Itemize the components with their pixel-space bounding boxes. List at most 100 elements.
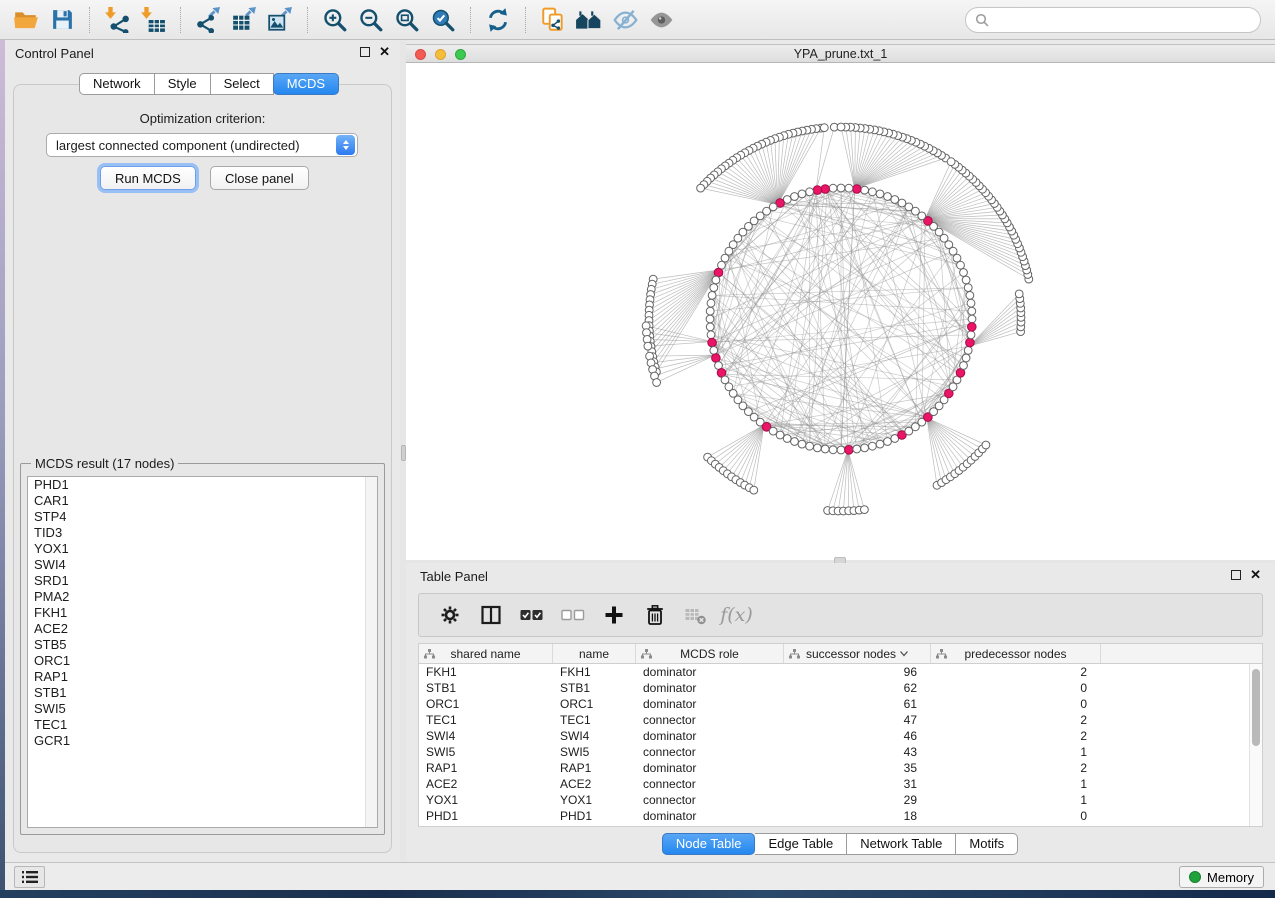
graph-node[interactable] (814, 444, 822, 452)
float-panel-icon[interactable] (1231, 570, 1241, 580)
new-network-from-selection-button[interactable] (535, 4, 571, 36)
export-image-button[interactable] (262, 4, 298, 36)
graph-node[interactable] (829, 184, 837, 192)
graph-node[interactable] (806, 188, 814, 196)
float-panel-icon[interactable] (360, 47, 370, 57)
import-network-button[interactable] (99, 4, 135, 36)
graph-node[interactable] (845, 184, 853, 192)
close-panel-icon[interactable]: ✕ (1250, 570, 1261, 580)
list-item[interactable]: PMA2 (28, 589, 377, 605)
graph-node[interactable] (791, 438, 799, 446)
list-item[interactable]: TID3 (28, 525, 377, 541)
table-options-button[interactable] (431, 597, 468, 633)
graph-node[interactable] (967, 331, 975, 339)
tab-node-table[interactable]: Node Table (662, 833, 756, 855)
table-row[interactable]: RAP1RAP1dominator352 (419, 760, 1249, 776)
graph-node[interactable] (869, 188, 877, 196)
graph-node[interactable] (776, 431, 784, 439)
graph-node[interactable] (957, 261, 965, 269)
table-row[interactable]: SWI5SWI5connector431 (419, 744, 1249, 760)
graph-dominator-node[interactable] (845, 446, 854, 455)
unselect-all-columns-button[interactable] (554, 597, 591, 633)
graph-leaf-node[interactable] (947, 158, 955, 166)
memory-button[interactable]: Memory (1179, 866, 1264, 888)
graph-node[interactable] (869, 442, 877, 450)
graph-node[interactable] (806, 442, 814, 450)
graph-node[interactable] (861, 186, 869, 194)
graph-node[interactable] (837, 184, 845, 192)
table-row[interactable]: PHD1PHD1dominator180 (419, 808, 1249, 824)
graph-node[interactable] (962, 354, 970, 362)
graph-node[interactable] (876, 440, 884, 448)
show-all-button[interactable] (643, 4, 679, 36)
graph-dominator-node[interactable] (813, 186, 822, 195)
list-item[interactable]: STP4 (28, 509, 377, 525)
graph-node[interactable] (891, 196, 899, 204)
graph-node[interactable] (791, 193, 799, 201)
graph-node[interactable] (964, 347, 972, 355)
graph-leaf-node[interactable] (982, 441, 990, 449)
network-canvas[interactable] (406, 63, 1275, 560)
graph-leaf-node[interactable] (1015, 290, 1023, 298)
list-item[interactable]: RAP1 (28, 669, 377, 685)
save-session-button[interactable] (44, 4, 80, 36)
graph-dominator-node[interactable] (968, 323, 977, 332)
list-item[interactable]: SWI4 (28, 557, 377, 573)
table-row[interactable]: ORC1ORC1dominator610 (419, 696, 1249, 712)
run-mcds-button[interactable]: Run MCDS (100, 166, 196, 190)
list-item[interactable]: TEC1 (28, 717, 377, 733)
graph-dominator-node[interactable] (714, 268, 723, 277)
list-item[interactable]: ORC1 (28, 653, 377, 669)
table-row[interactable]: YOX1YOX1connector291 (419, 792, 1249, 808)
optimization-criterion-select[interactable]: largest connected component (undirected) (46, 133, 358, 157)
graph-node[interactable] (721, 254, 729, 262)
tab-style[interactable]: Style (155, 73, 211, 95)
tab-select[interactable]: Select (211, 73, 274, 95)
graph-node[interactable] (706, 315, 714, 323)
graph-node[interactable] (967, 299, 975, 307)
tab-mcds[interactable]: MCDS (273, 73, 339, 95)
search-box[interactable] (965, 7, 1261, 33)
zoom-out-button[interactable] (353, 4, 389, 36)
table-row[interactable]: SWI4SWI4dominator462 (419, 728, 1249, 744)
graph-leaf-node[interactable] (697, 184, 705, 192)
table-row[interactable]: STB1STB1dominator620 (419, 680, 1249, 696)
graph-node[interactable] (783, 435, 791, 443)
graph-leaf-node[interactable] (820, 124, 828, 132)
graph-node[interactable] (798, 440, 806, 448)
graph-node[interactable] (829, 446, 837, 454)
graph-dominator-node[interactable] (821, 185, 830, 194)
graph-node[interactable] (706, 307, 714, 315)
graph-dominator-node[interactable] (708, 338, 717, 347)
graph-dominator-node[interactable] (966, 338, 975, 347)
graph-dominator-node[interactable] (853, 185, 862, 194)
first-neighbors-button[interactable] (571, 4, 607, 36)
column-header-name[interactable]: name (553, 644, 636, 663)
column-header-shared-name[interactable]: shared name (419, 644, 553, 663)
close-panel-icon[interactable]: ✕ (379, 47, 390, 57)
export-table-button[interactable] (226, 4, 262, 36)
table-row[interactable]: ACE2ACE2connector311 (419, 776, 1249, 792)
graph-node[interactable] (876, 190, 884, 198)
graph-node[interactable] (861, 444, 869, 452)
table-row[interactable]: TEC1TEC1connector472 (419, 712, 1249, 728)
graph-node[interactable] (710, 347, 718, 355)
log-console-button[interactable] (14, 866, 45, 888)
network-window-titlebar[interactable]: YPA_prune.txt_1 (406, 44, 1275, 63)
list-item[interactable]: STB5 (28, 637, 377, 653)
graph-node[interactable] (884, 193, 892, 201)
graph-node[interactable] (884, 438, 892, 446)
graph-leaf-node[interactable] (750, 486, 758, 494)
graph-leaf-node[interactable] (861, 506, 869, 514)
graph-leaf-node[interactable] (837, 123, 845, 131)
graph-node[interactable] (712, 276, 720, 284)
graph-node[interactable] (962, 276, 970, 284)
graph-node[interactable] (708, 292, 716, 300)
delete-column-button[interactable] (636, 597, 673, 633)
list-item[interactable]: CAR1 (28, 493, 377, 509)
graph-node[interactable] (960, 362, 968, 370)
splitter-grip[interactable] (401, 445, 406, 461)
zoom-in-button[interactable] (317, 4, 353, 36)
mcds-list-scrollbar[interactable] (365, 477, 377, 827)
tab-motifs[interactable]: Motifs (956, 833, 1018, 855)
